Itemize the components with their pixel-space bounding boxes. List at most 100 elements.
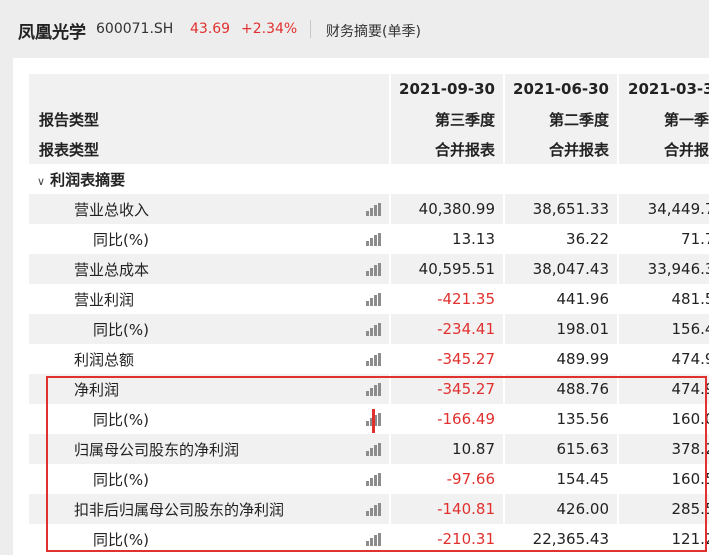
table-row[interactable]: 归属母公司股东的净利润 10.87615.63378.21 bbox=[29, 434, 709, 464]
value-cell: 71.70 bbox=[617, 224, 709, 254]
header-label bbox=[29, 74, 362, 104]
bar-chart-icon[interactable] bbox=[366, 503, 382, 516]
section-empty-cell bbox=[617, 164, 709, 194]
header-spacer bbox=[362, 104, 390, 134]
table-row[interactable]: 同比(%) -210.3122,365.43121.28 bbox=[29, 524, 709, 554]
section-header[interactable]: ∨ 利润表摘要 bbox=[29, 164, 362, 194]
value-cell: -345.27 bbox=[389, 344, 504, 374]
row-label: 同比(%) bbox=[93, 470, 149, 489]
value-cell: -210.31 bbox=[389, 524, 504, 554]
chart-cell[interactable] bbox=[362, 344, 390, 374]
chart-cell[interactable] bbox=[362, 434, 390, 464]
row-label: 营业总收入 bbox=[29, 194, 362, 224]
stock-code: 600071.SH bbox=[96, 21, 174, 37]
row-label: 同比(%) bbox=[29, 314, 362, 344]
value-cell: 615.63 bbox=[503, 434, 618, 464]
table-row[interactable]: 同比(%) -166.49135.56160.04 bbox=[29, 404, 709, 434]
value-cell: 38,651.33 bbox=[503, 194, 618, 224]
bar-chart-icon[interactable] bbox=[366, 443, 382, 456]
stock-name: 凤凰光学 bbox=[18, 23, 86, 43]
table-row[interactable]: 营业总收入 40,380.9938,651.3334,449.71 bbox=[29, 194, 709, 224]
header-cell: 合并报表 bbox=[389, 134, 504, 164]
value-cell: 481.56 bbox=[617, 284, 709, 314]
chart-cell[interactable] bbox=[362, 284, 390, 314]
section-row[interactable]: ∨ 利润表摘要 bbox=[29, 164, 709, 194]
value-cell: -421.35 bbox=[389, 284, 504, 314]
chevron-down-icon[interactable]: ∨ bbox=[37, 175, 45, 188]
table-row[interactable]: 同比(%) -234.41198.01156.47 bbox=[29, 314, 709, 344]
bar-chart-icon[interactable] bbox=[366, 533, 382, 546]
bar-chart-icon[interactable] bbox=[366, 323, 382, 336]
header-cell: 2021-03-31 bbox=[617, 74, 709, 104]
row-label: 同比(%) bbox=[93, 230, 149, 249]
bar-chart-icon[interactable] bbox=[366, 293, 382, 306]
value-cell: 426.00 bbox=[503, 494, 618, 524]
table-row[interactable]: 营业总成本 40,595.5138,047.4333,946.31 bbox=[29, 254, 709, 284]
value-cell: -140.81 bbox=[389, 494, 504, 524]
chart-cell[interactable] bbox=[362, 194, 390, 224]
bar-chart-icon[interactable] bbox=[366, 263, 382, 276]
row-label: 同比(%) bbox=[93, 530, 149, 549]
value-cell: 474.91 bbox=[617, 374, 709, 404]
header-label: 报表类型 bbox=[29, 134, 362, 164]
header-cell: 合并报表 bbox=[617, 134, 709, 164]
bar-chart-icon[interactable] bbox=[366, 473, 382, 486]
value-cell: 40,380.99 bbox=[389, 194, 504, 224]
section-empty-cell bbox=[389, 164, 504, 194]
chart-cell[interactable] bbox=[362, 314, 390, 344]
row-label: 净利润 bbox=[29, 374, 362, 404]
header-spacer bbox=[362, 74, 390, 104]
header-row: 报表类型合并报表合并报表合并报表 bbox=[29, 134, 709, 164]
chart-cell[interactable] bbox=[362, 524, 390, 554]
chart-cell[interactable] bbox=[362, 494, 390, 524]
value-cell: 474.91 bbox=[617, 344, 709, 374]
row-label: 同比(%) bbox=[93, 410, 149, 429]
value-cell: -166.49 bbox=[389, 404, 504, 434]
table-row[interactable]: 营业利润 -421.35441.96481.56 bbox=[29, 284, 709, 314]
table-row[interactable]: 利润总额 -345.27489.99474.91 bbox=[29, 344, 709, 374]
header-label: 报告类型 bbox=[29, 104, 362, 134]
bar-chart-icon[interactable] bbox=[366, 353, 382, 366]
value-cell: 198.01 bbox=[503, 314, 618, 344]
table-row[interactable]: 同比(%) -97.66154.45160.58 bbox=[29, 464, 709, 494]
chart-cell[interactable] bbox=[362, 254, 390, 284]
chart-cell[interactable] bbox=[362, 404, 390, 434]
value-cell: 38,047.43 bbox=[503, 254, 618, 284]
value-cell: 10.87 bbox=[389, 434, 504, 464]
row-label: 归属母公司股东的净利润 bbox=[29, 434, 362, 464]
chart-cell[interactable] bbox=[362, 374, 390, 404]
value-cell: 285.52 bbox=[617, 494, 709, 524]
table-row[interactable]: 净利润 -345.27488.76474.91 bbox=[29, 374, 709, 404]
bar-chart-icon[interactable] bbox=[366, 203, 382, 216]
section-spacer bbox=[362, 164, 390, 194]
value-cell: 34,449.71 bbox=[617, 194, 709, 224]
value-cell: 378.21 bbox=[617, 434, 709, 464]
stock-change: +2.34% bbox=[241, 21, 298, 37]
financial-summary-table: 2021-09-302021-06-302021-03-31报告类型第三季度第二… bbox=[29, 74, 709, 554]
value-cell: 489.99 bbox=[503, 344, 618, 374]
header-cell: 第三季度 bbox=[389, 104, 504, 134]
value-cell: -345.27 bbox=[389, 374, 504, 404]
chart-cell[interactable] bbox=[362, 464, 390, 494]
header-cell: 第二季度 bbox=[503, 104, 618, 134]
bar-chart-icon[interactable] bbox=[366, 383, 382, 396]
value-cell: 488.76 bbox=[503, 374, 618, 404]
stock-price: 43.69 bbox=[190, 21, 231, 37]
chart-cell[interactable] bbox=[362, 224, 390, 254]
value-cell: 135.56 bbox=[503, 404, 618, 434]
table-row[interactable]: 同比(%) 13.1336.2271.70 bbox=[29, 224, 709, 254]
row-label: 营业利润 bbox=[74, 290, 135, 309]
value-cell: 156.47 bbox=[617, 314, 709, 344]
row-label: 营业总成本 bbox=[29, 254, 362, 284]
value-cell: 13.13 bbox=[389, 224, 504, 254]
value-cell: 121.28 bbox=[617, 524, 709, 554]
value-cell: 160.04 bbox=[617, 404, 709, 434]
bar-chart-icon[interactable] bbox=[366, 233, 382, 246]
table-row[interactable]: 扣非后归属母公司股东的净利润 -140.81426.00285.52 bbox=[29, 494, 709, 524]
value-cell: 441.96 bbox=[503, 284, 618, 314]
value-cell: -234.41 bbox=[389, 314, 504, 344]
value-cell: 154.45 bbox=[503, 464, 618, 494]
value-cell: 160.58 bbox=[617, 464, 709, 494]
page-title: 财务摘要(单季) bbox=[326, 24, 421, 40]
value-cell: 40,595.51 bbox=[389, 254, 504, 284]
